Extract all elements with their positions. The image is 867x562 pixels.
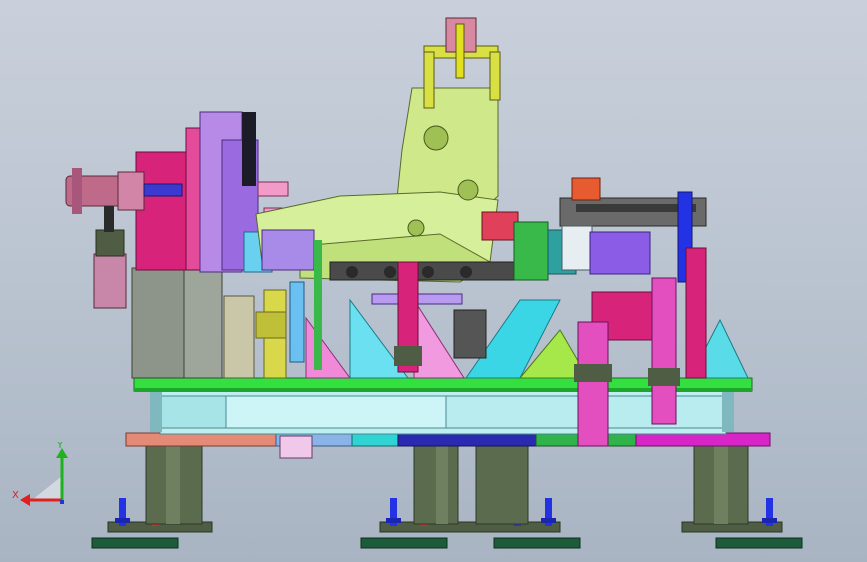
bracket-left-leg bbox=[423, 51, 435, 109]
foot-pad-center-left bbox=[360, 537, 448, 549]
vertical-cylinder-left[interactable] bbox=[93, 206, 127, 309]
cylinder-right-collar bbox=[648, 368, 680, 386]
leg-left-rib bbox=[166, 446, 180, 524]
rail-segment-salmon bbox=[125, 432, 277, 447]
cylinder-right-b[interactable] bbox=[685, 247, 707, 379]
frame-end-left bbox=[150, 392, 162, 432]
rail-hole bbox=[346, 266, 358, 278]
frame-panel-mid bbox=[225, 395, 447, 429]
bolt-head bbox=[541, 518, 556, 523]
fixture-model[interactable] bbox=[0, 0, 867, 562]
leg-center-rib bbox=[436, 446, 448, 524]
bracket-right-leg bbox=[489, 51, 501, 101]
x-axis-label: X bbox=[12, 490, 19, 501]
cylinder-head bbox=[95, 229, 125, 257]
cylinder-flange bbox=[72, 168, 82, 214]
dark-bracket bbox=[242, 112, 256, 186]
gusset-plates bbox=[305, 298, 749, 379]
clamp-green-block bbox=[513, 221, 549, 281]
frame-end-right bbox=[722, 392, 734, 432]
clamp-white-block bbox=[561, 225, 593, 271]
cylinder-cap bbox=[117, 171, 145, 211]
cad-viewport[interactable]: Y X bbox=[0, 0, 867, 562]
y-axis-label: Y bbox=[56, 442, 64, 451]
foot-pad-center-right bbox=[493, 537, 581, 549]
yellow-pad-2 bbox=[255, 311, 287, 339]
body-hole bbox=[423, 125, 449, 151]
coordinate-triad: Y X bbox=[12, 442, 68, 506]
block-grey bbox=[453, 309, 487, 359]
leg-right-rib bbox=[714, 446, 728, 524]
pink-strip bbox=[257, 181, 289, 197]
hanging-block bbox=[279, 435, 313, 459]
x-axis-arrow-icon bbox=[20, 494, 30, 506]
clamp-block-magenta[interactable] bbox=[135, 151, 189, 271]
cylinder-barrel bbox=[93, 253, 127, 309]
violet-plate bbox=[261, 229, 315, 271]
body-hole bbox=[457, 179, 479, 201]
rail-segment-cyan bbox=[351, 432, 399, 447]
cylinder-center[interactable] bbox=[577, 321, 609, 447]
rail-segment-magenta bbox=[635, 432, 771, 447]
triad-plane bbox=[32, 476, 62, 500]
cylinder-rod bbox=[143, 183, 183, 197]
leg-center-b bbox=[475, 445, 529, 525]
cylinder-center-collar bbox=[574, 364, 612, 382]
column-grey bbox=[131, 267, 185, 379]
bolt-head bbox=[115, 518, 130, 523]
column-tan bbox=[223, 295, 255, 379]
support-legs bbox=[145, 445, 749, 525]
bolt-head bbox=[762, 518, 777, 523]
cylinder-rod bbox=[104, 206, 114, 232]
rail-segment-navy bbox=[397, 432, 537, 447]
rail-hole bbox=[460, 266, 472, 278]
foot-base-center bbox=[379, 521, 561, 533]
main-frame bbox=[150, 389, 734, 435]
gusset-pink-left bbox=[305, 316, 351, 379]
cylinder-mid-left-collar bbox=[394, 346, 422, 366]
clamp-red bbox=[481, 211, 519, 241]
cylinder-right-a[interactable] bbox=[651, 277, 677, 425]
frame-panel-left bbox=[159, 395, 227, 429]
workpiece-body bbox=[255, 87, 521, 305]
clamp-red-cap bbox=[571, 177, 601, 201]
rail-hole bbox=[422, 266, 434, 278]
rail-hole bbox=[384, 266, 396, 278]
clamp-violet-arm bbox=[589, 231, 651, 275]
cylinder-left-small[interactable] bbox=[289, 281, 305, 363]
bolt-head bbox=[386, 518, 401, 523]
locator-pin bbox=[455, 23, 465, 79]
body-hole bbox=[407, 219, 425, 237]
cylinder-left-small-2 bbox=[314, 240, 322, 370]
foot-pad-left bbox=[91, 537, 179, 549]
column-grey-2 bbox=[183, 267, 223, 379]
foot-pad-right bbox=[715, 537, 803, 549]
foot-pads bbox=[91, 521, 803, 549]
